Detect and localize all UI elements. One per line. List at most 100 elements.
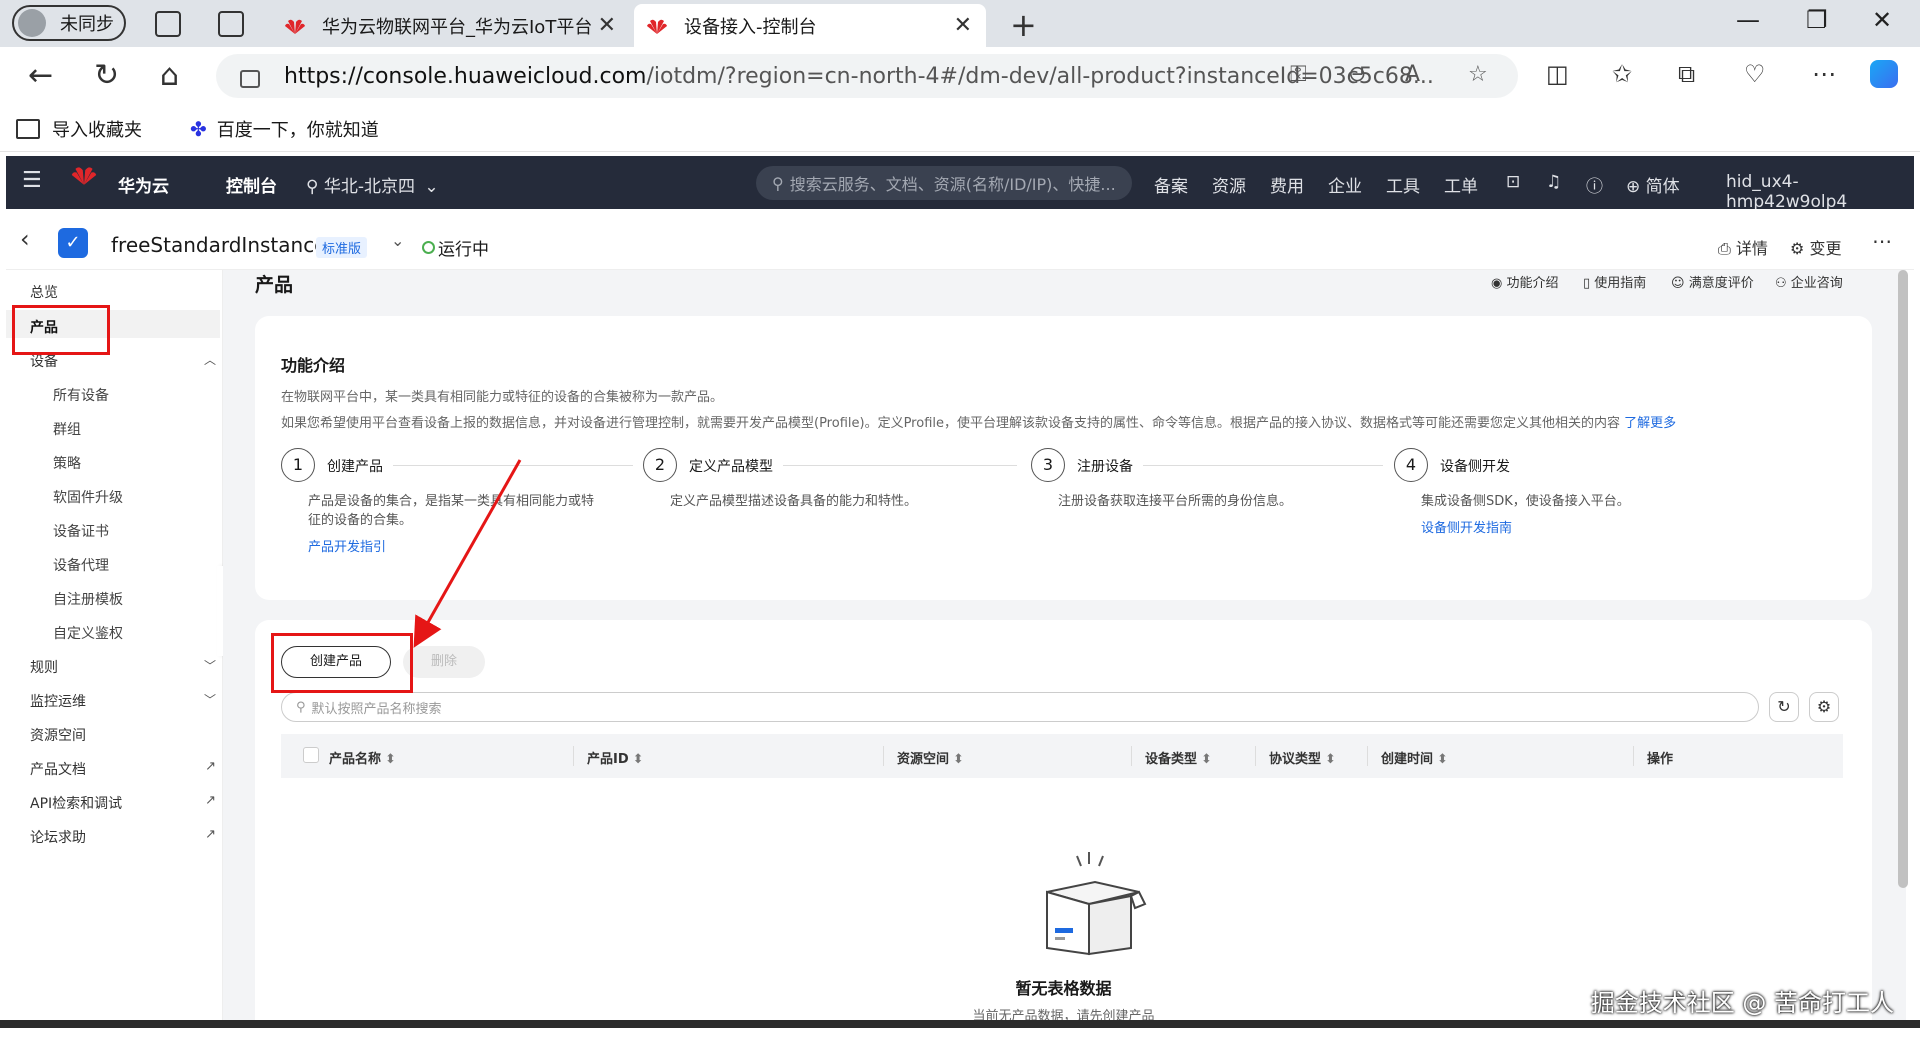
nav-item-filing[interactable]: 备案 bbox=[1154, 172, 1188, 197]
copilot-icon[interactable] bbox=[1870, 60, 1898, 88]
instance-switch-chevron-icon[interactable]: ⌄ bbox=[391, 231, 404, 250]
sidebar-item-policies[interactable]: 策略 bbox=[53, 453, 81, 473]
bookmark-baidu[interactable]: ✤ 百度一下，你就知道 bbox=[190, 116, 379, 142]
nav-item-tools[interactable]: 工具 bbox=[1386, 172, 1420, 197]
learn-more-link[interactable]: 了解更多 bbox=[1624, 416, 1676, 431]
close-tab-icon[interactable]: ✕ bbox=[598, 13, 616, 38]
product-dev-guide-link[interactable]: 产品开发指引 bbox=[308, 538, 628, 557]
nav-item-resources[interactable]: 资源 bbox=[1212, 172, 1246, 197]
page-title: 产品 bbox=[255, 274, 294, 296]
more-actions-icon[interactable]: ⋯ bbox=[1872, 229, 1892, 253]
sidebar-item-resource-space[interactable]: 资源空间 bbox=[30, 725, 86, 745]
workspaces-icon[interactable] bbox=[155, 11, 181, 37]
column-product-name[interactable]: 产品名称 ⬍ bbox=[329, 748, 396, 767]
sidebar-item-self-register[interactable]: 自注册模板 bbox=[53, 589, 123, 609]
huawei-logo-icon[interactable] bbox=[70, 164, 98, 191]
sidebar-item-monitoring[interactable]: 监控运维 ﹀ bbox=[30, 691, 216, 711]
column-resource-space[interactable]: 资源空间 ⬍ bbox=[897, 748, 964, 767]
home-icon[interactable]: ⌂ bbox=[160, 58, 179, 93]
new-tab-icon[interactable]: + bbox=[1010, 6, 1037, 44]
more-icon[interactable]: ⋯ bbox=[1812, 60, 1836, 88]
refresh-icon[interactable]: ↻ bbox=[1769, 692, 1799, 722]
huawei-logo-icon bbox=[284, 17, 306, 35]
profile-button[interactable]: 未同步 bbox=[12, 5, 126, 41]
sort-icon[interactable]: ⬍ bbox=[1325, 752, 1336, 767]
back-arrow-icon[interactable]: ‹ bbox=[20, 225, 30, 253]
sidebar-item-docs[interactable]: 产品文档 ↗ bbox=[30, 759, 216, 779]
read-aloud-icon[interactable]: A bbox=[1405, 62, 1420, 87]
column-label: 协议类型 bbox=[1269, 752, 1322, 767]
column-product-id[interactable]: 产品ID ⬍ bbox=[587, 748, 644, 767]
help-icon[interactable]: ⓘ bbox=[1586, 172, 1603, 197]
minimize-icon[interactable]: — bbox=[1736, 6, 1760, 34]
chevron-down-icon: ⌄ bbox=[424, 177, 439, 197]
split-screen-icon[interactable]: ◫ bbox=[1546, 60, 1569, 88]
delete-button[interactable]: 删除 bbox=[403, 646, 485, 678]
collections-icon[interactable]: ⧉ bbox=[1678, 60, 1695, 88]
sidebar-item-certificates[interactable]: 设备证书 bbox=[53, 521, 109, 541]
user-account[interactable]: hid_ux4-hmp42w9olp4 bbox=[1726, 172, 1914, 212]
link-satisfaction[interactable]: ☺ 满意度评价 bbox=[1671, 272, 1754, 291]
terminal-icon[interactable]: ⊡ bbox=[1506, 172, 1520, 192]
column-label: 产品名称 bbox=[329, 752, 382, 767]
favorite-star-icon[interactable]: ☆ bbox=[1468, 62, 1488, 87]
status-dot-icon bbox=[422, 241, 435, 254]
close-tab-icon[interactable]: ✕ bbox=[954, 13, 972, 38]
sort-icon[interactable]: ⬍ bbox=[1201, 752, 1212, 767]
refresh-icon[interactable]: ↻ bbox=[94, 58, 119, 93]
tab-iot-platform[interactable]: 华为云物联网平台_华为云IoT平台 ✕ bbox=[272, 4, 630, 47]
link-enterprise-consult[interactable]: ⚇ 企业咨询 bbox=[1775, 272, 1843, 291]
nav-item-enterprise[interactable]: 企业 bbox=[1328, 172, 1362, 197]
zoom-icon[interactable]: ⊖ bbox=[1348, 62, 1366, 87]
sort-icon[interactable]: ⬍ bbox=[633, 752, 644, 767]
link-feature-intro[interactable]: ◉ 功能介绍 bbox=[1491, 272, 1559, 291]
restore-icon[interactable]: ❐ bbox=[1806, 6, 1828, 34]
details-button[interactable]: ⎙ 详情 bbox=[1718, 235, 1768, 259]
sort-icon[interactable]: ⬍ bbox=[1437, 752, 1448, 767]
link-user-guide[interactable]: ▯ 使用指南 bbox=[1583, 272, 1646, 291]
brand-name[interactable]: 华为云 bbox=[118, 172, 169, 197]
sidebar-item-groups[interactable]: 群组 bbox=[53, 419, 81, 439]
sidebar-item-overview[interactable]: 总览 bbox=[30, 282, 58, 302]
sidebar-item-custom-auth[interactable]: 自定义鉴权 bbox=[53, 623, 123, 643]
column-protocol-type[interactable]: 协议类型 ⬍ bbox=[1269, 748, 1336, 767]
window-close-icon[interactable]: ✕ bbox=[1872, 6, 1892, 34]
nav-item-tickets[interactable]: 工单 bbox=[1444, 172, 1478, 197]
annotation-highlight-create-button bbox=[271, 633, 413, 693]
key-icon[interactable]: ⚿ bbox=[1290, 62, 1307, 87]
region-selector[interactable]: ⚲ 华北-北京四 ⌄ bbox=[306, 172, 439, 197]
vertical-tabs-icon[interactable] bbox=[218, 11, 244, 37]
page-scrollbar[interactable] bbox=[1898, 270, 1908, 888]
sidebar-item-all-devices[interactable]: 所有设备 bbox=[53, 385, 109, 405]
change-button[interactable]: ⚙ 变更 bbox=[1790, 235, 1841, 259]
sidebar-item-rules[interactable]: 规则 ﹀ bbox=[30, 657, 216, 677]
sidebar-item-forum[interactable]: 论坛求助 ↗ bbox=[30, 827, 216, 847]
select-all-checkbox[interactable] bbox=[303, 747, 319, 763]
column-device-type[interactable]: 设备类型 ⬍ bbox=[1145, 748, 1212, 767]
sidebar-item-api[interactable]: API检索和调试 ↗ bbox=[30, 793, 216, 813]
back-icon[interactable]: ← bbox=[28, 58, 53, 93]
console-link[interactable]: 控制台 bbox=[226, 172, 277, 197]
language-selector[interactable]: ⊕ 简体 bbox=[1626, 172, 1680, 197]
bell-icon[interactable]: ♫ bbox=[1546, 172, 1561, 192]
browser-essentials-icon[interactable]: ♡ bbox=[1744, 60, 1766, 88]
device-dev-guide-link[interactable]: 设备侧开发指南 bbox=[1421, 519, 1630, 538]
settings-gear-icon[interactable]: ⚙ bbox=[1809, 692, 1839, 722]
edition-badge: 标准版 bbox=[316, 237, 368, 258]
sort-icon[interactable]: ⬍ bbox=[385, 752, 396, 767]
intro-title: 功能介绍 bbox=[281, 356, 346, 375]
product-search-input[interactable]: ⚲ 默认按照产品名称搜索 bbox=[281, 692, 1759, 722]
column-created-time[interactable]: 创建时间 ⬍ bbox=[1381, 748, 1448, 767]
menu-icon[interactable]: ☰ bbox=[22, 168, 42, 193]
bookmark-import[interactable]: 导入收藏夹 bbox=[16, 116, 142, 142]
step-number: 2 bbox=[643, 448, 677, 482]
tab-device-access[interactable]: 设备接入-控制台 ✕ bbox=[634, 4, 986, 47]
chevron-down-icon: ﹀ bbox=[203, 659, 216, 673]
sidebar-item-firmware[interactable]: 软固件升级 bbox=[53, 487, 123, 507]
console-search-input[interactable]: ⚲ 搜索云服务、文档、资源(名称/ID/IP)、快捷... bbox=[756, 166, 1132, 200]
nav-item-billing[interactable]: 费用 bbox=[1270, 172, 1304, 197]
url-field[interactable]: https://console.huaweicloud.com/iotdm/?r… bbox=[216, 54, 1518, 98]
sort-icon[interactable]: ⬍ bbox=[953, 752, 964, 767]
sidebar-item-device-proxy[interactable]: 设备代理 bbox=[53, 555, 109, 575]
favorites-icon[interactable]: ✩ bbox=[1612, 60, 1632, 88]
